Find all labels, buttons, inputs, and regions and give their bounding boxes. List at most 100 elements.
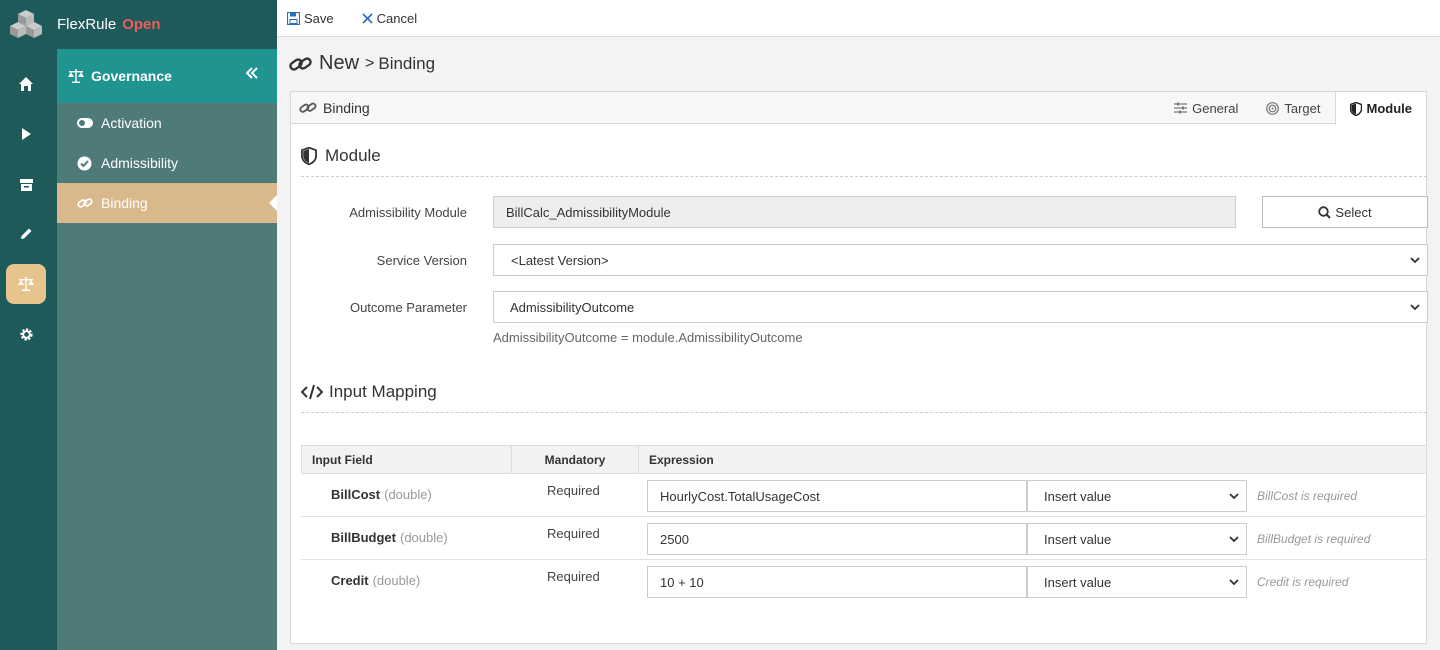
insert-value-label: Insert value — [1044, 574, 1112, 590]
tab-module[interactable]: Module — [1334, 92, 1426, 125]
balance-scale-icon — [18, 277, 34, 291]
service-version-select[interactable]: <Latest Version> — [493, 244, 1428, 276]
expression-input[interactable]: 2500 — [647, 523, 1027, 555]
column-header-input-field: Input Field — [302, 446, 512, 473]
save-label: Save — [304, 10, 334, 26]
cubes-logo-icon — [10, 10, 42, 38]
divider — [301, 176, 1427, 177]
pencil-icon — [21, 228, 32, 239]
field-name: BillCost — [331, 487, 381, 502]
insert-value-select[interactable]: Insert value — [1027, 523, 1247, 555]
outcome-hint: AdmissibilityOutcome = module.Admissibil… — [493, 330, 803, 345]
outcome-parameter-select[interactable]: AdmissibilityOutcome — [493, 291, 1428, 323]
toggle-icon — [77, 118, 93, 128]
chevron-down-icon — [1229, 493, 1239, 500]
tab-label: General — [1192, 100, 1239, 116]
table-row: BillBudget (double) Required 2500 Insert … — [301, 517, 1427, 560]
select-module-button[interactable]: Select — [1262, 196, 1428, 228]
sidebar-item-label: Activation — [101, 115, 162, 131]
insert-value-label: Insert value — [1044, 531, 1112, 547]
field-name: BillBudget — [331, 530, 396, 545]
card-header: Binding General Target Module — [291, 92, 1426, 125]
sidebar-item-activation[interactable]: Activation — [57, 103, 277, 143]
sidebar-item-admissibility[interactable]: Admissibility — [57, 143, 277, 183]
tab-general[interactable]: General — [1160, 92, 1252, 124]
sliders-icon — [1174, 102, 1188, 114]
field-type: (double) — [372, 573, 421, 588]
input-mapping-heading: Input Mapping — [329, 382, 437, 401]
sidebar-item-label: Binding — [101, 195, 148, 211]
run-nav-button[interactable] — [6, 114, 46, 154]
toolbar: Save Cancel — [277, 0, 1440, 37]
save-button[interactable]: Save — [287, 11, 334, 26]
search-icon — [1318, 205, 1332, 219]
shield-icon — [301, 147, 317, 165]
admissibility-module-label: Admissibility Module — [349, 205, 467, 220]
home-icon — [19, 77, 33, 91]
card-title: Binding — [323, 99, 370, 116]
breadcrumb-root: New — [319, 52, 360, 74]
table-header: Input Field Mandatory Expression — [301, 445, 1427, 474]
select-label: Select — [1335, 204, 1372, 220]
field-type: (double) — [400, 530, 448, 545]
input-field-name: Credit (double) — [331, 573, 420, 588]
app-edition: Open — [122, 16, 161, 33]
binding-card: Binding General Target Module Module Adm… — [290, 91, 1428, 644]
input-field-name: BillCost (double) — [331, 487, 432, 502]
cancel-button[interactable]: Cancel — [362, 11, 417, 26]
expression-input[interactable]: 10 + 10 — [647, 566, 1027, 598]
cancel-label: Cancel — [376, 10, 418, 26]
sidebar: Governance Activation Admissibility Bind… — [57, 49, 277, 650]
governance-nav-button[interactable] — [6, 264, 46, 304]
sidebar-header: Governance — [57, 49, 277, 103]
code-icon — [301, 384, 323, 400]
double-chevron-left-icon[interactable] — [245, 66, 259, 80]
tab-bar: General Target Module — [1160, 92, 1426, 125]
insert-value-label: Insert value — [1044, 488, 1112, 504]
chevron-down-icon — [1229, 579, 1239, 586]
mandatory-text: Required — [547, 569, 600, 584]
link-icon — [299, 102, 317, 113]
validation-message: BillCost is required — [1257, 489, 1358, 503]
link-icon — [289, 56, 312, 71]
field-name: Credit — [331, 573, 369, 588]
validation-message: Credit is required — [1257, 575, 1349, 589]
settings-nav-button[interactable] — [6, 314, 46, 354]
mandatory-text: Required — [547, 526, 600, 541]
chevron-down-icon — [1410, 304, 1420, 311]
input-mapping-section-title: Input Mapping — [301, 382, 1427, 402]
table-row: BillCost (double) Required HourlyCost.Tot… — [301, 474, 1427, 517]
gear-icon — [19, 327, 33, 341]
table-row: Credit (double) Required 10 + 10 Insert v… — [301, 560, 1427, 603]
app-name: FlexRule — [57, 16, 117, 33]
save-icon — [287, 11, 300, 25]
breadcrumb-separator: > — [365, 54, 375, 72]
insert-value-select[interactable]: Insert value — [1027, 480, 1247, 512]
admissibility-module-field[interactable]: BillCalc_AdmissibilityModule — [493, 196, 1236, 228]
chevron-down-icon — [1229, 536, 1239, 543]
module-heading: Module — [325, 146, 381, 165]
edit-nav-button[interactable] — [6, 214, 46, 254]
input-field-name: BillBudget (double) — [331, 530, 448, 545]
sidebar-title: Governance — [91, 68, 172, 84]
shield-icon — [1349, 101, 1362, 116]
breadcrumb: New > Binding — [277, 37, 1440, 90]
brand-bar: FlexRule Open — [57, 0, 277, 49]
tab-target[interactable]: Target — [1252, 92, 1334, 124]
expression-input[interactable]: HourlyCost.TotalUsageCost — [647, 480, 1027, 512]
column-header-mandatory: Mandatory — [512, 446, 639, 473]
divider — [301, 412, 1427, 413]
check-circle-icon — [77, 156, 92, 170]
service-version-value: <Latest Version> — [511, 252, 609, 268]
insert-value-select[interactable]: Insert value — [1027, 566, 1247, 598]
target-icon — [1266, 101, 1280, 115]
validation-message: BillBudget is required — [1257, 532, 1371, 546]
column-header-expression: Expression — [649, 452, 714, 467]
balance-scale-icon — [68, 69, 84, 83]
outcome-parameter-label: Outcome Parameter — [349, 300, 467, 315]
tab-label: Module — [1366, 101, 1413, 116]
archive-nav-button[interactable] — [6, 164, 46, 204]
home-nav-button[interactable] — [6, 64, 46, 104]
sidebar-item-binding[interactable]: Binding — [57, 183, 277, 223]
play-icon — [22, 128, 31, 140]
